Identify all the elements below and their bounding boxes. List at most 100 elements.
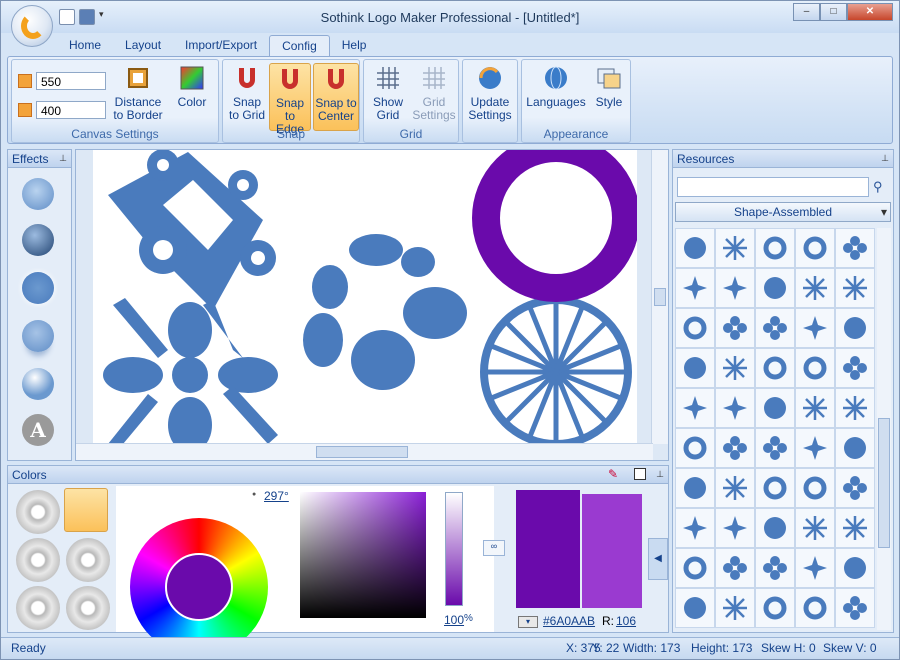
tab-import-export[interactable]: Import/Export (173, 35, 269, 57)
shape-thumbnail[interactable] (835, 388, 875, 428)
shape-thumbnail[interactable] (715, 428, 755, 468)
tab-layout[interactable]: Layout (113, 35, 173, 57)
shape-thumbnail[interactable] (795, 508, 835, 548)
distance-to-border-button[interactable]: Distance to Border (110, 63, 166, 122)
canvas-height-input[interactable]: 400 (36, 101, 106, 119)
no-color-swatch[interactable] (634, 468, 646, 480)
eyedropper-icon[interactable]: ✎ (608, 467, 618, 481)
dot-1[interactable] (349, 234, 403, 266)
shape-thumbnail[interactable] (835, 308, 875, 348)
snap-to-edge-button[interactable]: Snap to Edge (269, 63, 311, 136)
shape-thumbnail[interactable] (675, 508, 715, 548)
shape-thumbnail[interactable] (715, 348, 755, 388)
dot-4[interactable] (401, 247, 435, 277)
update-settings-button[interactable]: Update Settings (466, 63, 514, 122)
link-icon[interactable]: ∞ (483, 540, 505, 556)
show-grid-button[interactable]: Show Grid (368, 63, 408, 122)
fill-radial-button[interactable] (64, 488, 108, 532)
fill-none-button[interactable] (66, 586, 110, 630)
shape-thumbnail[interactable] (835, 508, 875, 548)
petal-left[interactable] (103, 357, 163, 393)
dot-2[interactable] (312, 265, 348, 309)
shape-thumbnail[interactable] (835, 428, 875, 468)
shape-thumbnail[interactable] (715, 468, 755, 508)
effect-gloss[interactable] (22, 368, 54, 400)
shape-thumbnail[interactable] (755, 588, 795, 628)
shape-thumbnail[interactable] (675, 268, 715, 308)
shape-thumbnail[interactable] (755, 508, 795, 548)
v-scroll-thumb[interactable] (654, 288, 666, 306)
flower-center[interactable] (172, 357, 208, 393)
canvas-width-spinner[interactable]: 550 (18, 72, 106, 90)
shape-thumbnail[interactable] (795, 548, 835, 588)
h-scroll-thumb[interactable] (316, 446, 408, 458)
hex-value[interactable]: #6A0AAB (543, 614, 595, 628)
fill-gradient-button[interactable] (66, 538, 110, 582)
grid-settings-button[interactable]: Grid Settings (412, 63, 456, 122)
hue-wheel[interactable] (130, 518, 268, 656)
app-menu-button[interactable] (11, 5, 53, 47)
shape-thumbnail[interactable] (675, 308, 715, 348)
shape-thumbnail[interactable] (795, 268, 835, 308)
style-button[interactable]: Style (590, 63, 628, 109)
shape-thumbnail[interactable] (795, 228, 835, 268)
shape-thumbnail[interactable] (835, 268, 875, 308)
shape-thumbnail[interactable] (715, 588, 755, 628)
shape-thumbnail[interactable] (835, 468, 875, 508)
canvas-height-spinner[interactable]: 400 (18, 101, 106, 119)
resources-scrollbar[interactable] (877, 228, 891, 630)
effect-reflection[interactable] (22, 320, 54, 352)
shape-thumbnail[interactable] (675, 228, 715, 268)
shape-thumbnail[interactable] (835, 348, 875, 388)
shape-thumbnail[interactable] (755, 268, 795, 308)
fill-solid-button[interactable] (16, 490, 60, 534)
saturation-brightness-picker[interactable] (300, 492, 426, 618)
effect-text[interactable]: A (22, 414, 54, 446)
design-canvas[interactable] (93, 150, 643, 444)
resources-scroll-thumb[interactable] (878, 418, 890, 548)
search-icon[interactable]: ⚲ (873, 179, 883, 195)
shape-thumbnail[interactable] (715, 548, 755, 588)
petal-top[interactable] (168, 302, 212, 358)
shape-thumbnail[interactable] (795, 588, 835, 628)
canvas-vertical-scrollbar[interactable] (651, 150, 668, 444)
pin-icon[interactable]: ⊥ (881, 153, 889, 164)
shape-thumbnail[interactable] (675, 348, 715, 388)
canvas-color-button[interactable]: Color (172, 63, 212, 109)
shape-thumbnail[interactable] (755, 468, 795, 508)
shape-thumbnail[interactable] (795, 348, 835, 388)
opacity-slider[interactable] (445, 492, 463, 606)
shape-thumbnail[interactable] (755, 348, 795, 388)
shape-thumbnail[interactable] (795, 468, 835, 508)
dot-6[interactable] (351, 330, 415, 390)
tab-help[interactable]: Help (330, 35, 379, 57)
shape-thumbnail[interactable] (795, 388, 835, 428)
pin-icon[interactable]: ⊥ (656, 469, 664, 480)
dropdown-icon[interactable]: ▾ (518, 616, 538, 628)
shape-thumbnail[interactable] (835, 588, 875, 628)
shape-thumbnail[interactable] (675, 588, 715, 628)
snap-to-grid-button[interactable]: Snap to Grid (227, 63, 267, 122)
minimize-button[interactable]: – (793, 3, 820, 21)
resource-search-input[interactable] (677, 177, 869, 197)
effect-glow[interactable] (22, 272, 54, 304)
tab-home[interactable]: Home (57, 35, 113, 57)
shape-thumbnail[interactable] (835, 548, 875, 588)
effect-flat[interactable] (22, 178, 54, 210)
hue-angle-value[interactable]: 297° (264, 489, 289, 503)
red-value[interactable]: 106 (616, 614, 636, 628)
shape-thumbnail[interactable] (675, 388, 715, 428)
snap-to-center-button[interactable]: Snap to Center (313, 63, 359, 131)
shape-thumbnail[interactable] (675, 468, 715, 508)
shape-thumbnail[interactable] (715, 508, 755, 548)
tab-config[interactable]: Config (269, 35, 330, 57)
effect-bevel[interactable] (22, 224, 54, 256)
canvas-horizontal-scrollbar[interactable] (76, 443, 653, 460)
collapse-arrow-icon[interactable]: ◀ (648, 538, 668, 580)
fill-linear-button[interactable] (16, 538, 60, 582)
shape-thumbnail[interactable] (755, 228, 795, 268)
fill-texture-button[interactable] (16, 586, 60, 630)
dot-5[interactable] (303, 313, 343, 367)
resource-category-select[interactable]: Shape-Assembled ▾ (675, 202, 891, 222)
shape-thumbnail[interactable] (715, 388, 755, 428)
